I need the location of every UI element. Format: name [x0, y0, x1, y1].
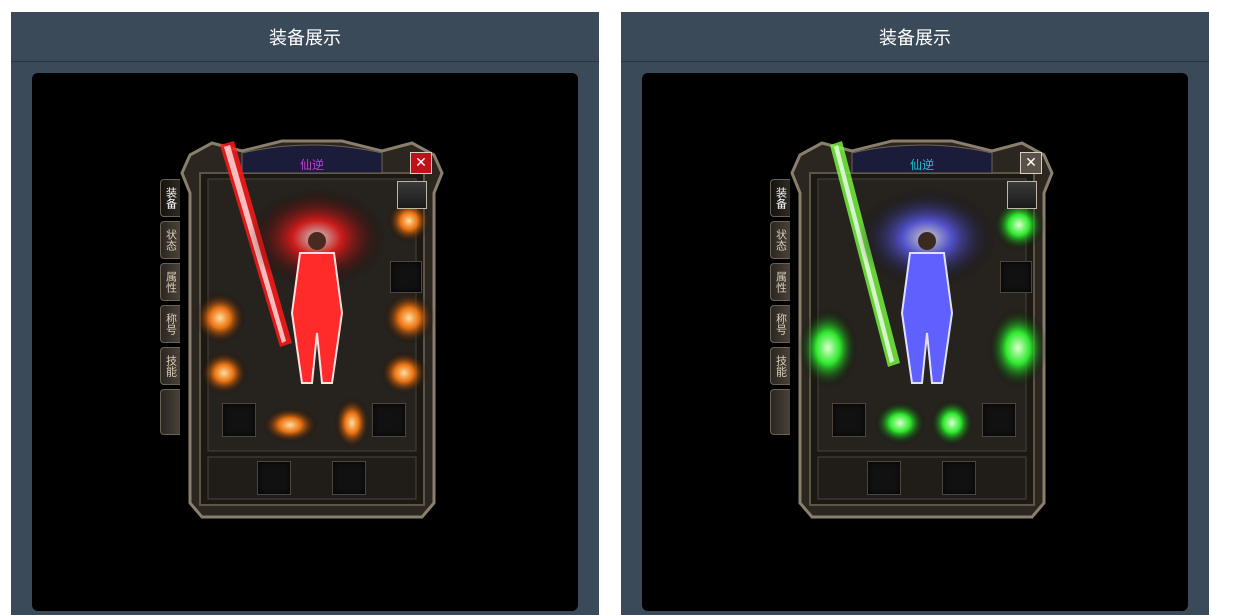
equipment-slot[interactable]	[1000, 261, 1032, 293]
portrait-slot[interactable]	[397, 181, 427, 209]
page: 装备展示 仙逆 ✕ 装备 状态 属性 称号 技能 装备展示 仙逆 ✕ 装备 状态…	[0, 0, 1250, 615]
side-tabs: 装备 状态 属性 称号 技能	[160, 179, 180, 439]
tab-equipment[interactable]: 装备	[770, 179, 790, 217]
close-button[interactable]: ✕	[1020, 152, 1042, 174]
equipment-slot[interactable]	[222, 403, 256, 437]
equipment-slot[interactable]	[867, 461, 901, 495]
tab-skills[interactable]: 技能	[770, 347, 790, 385]
equipment-panel-left: 装备展示 仙逆 ✕ 装备 状态 属性 称号 技能	[11, 12, 599, 615]
tab-status[interactable]: 状态	[160, 221, 180, 259]
close-button[interactable]: ✕	[410, 152, 432, 174]
tab-blank[interactable]	[770, 389, 790, 435]
equipment-slot[interactable]	[257, 461, 291, 495]
panel-header: 装备展示	[621, 12, 1209, 62]
tab-attributes[interactable]: 属性	[770, 263, 790, 301]
equipment-slot[interactable]	[332, 461, 366, 495]
equipment-slot[interactable]	[942, 461, 976, 495]
tab-status[interactable]: 状态	[770, 221, 790, 259]
equipment-slot[interactable]	[982, 403, 1016, 437]
equipment-slot[interactable]	[372, 403, 406, 437]
equipment-panel-right: 装备展示 仙逆 ✕ 装备 状态 属性 称号 技能	[621, 12, 1209, 615]
panel-title: 装备展示	[879, 27, 951, 49]
character-window: 仙逆 ✕ 装备 状态 属性 称号 技能	[160, 133, 452, 519]
tab-title[interactable]: 称号	[770, 305, 790, 343]
equipment-stage: 仙逆 ✕ 装备 状态 属性 称号 技能	[642, 73, 1188, 611]
equipment-slot[interactable]	[832, 403, 866, 437]
tab-blank[interactable]	[160, 389, 180, 435]
equipment-slot[interactable]	[390, 261, 422, 293]
tab-skills[interactable]: 技能	[160, 347, 180, 385]
portrait-slot[interactable]	[1007, 181, 1037, 209]
side-tabs: 装备 状态 属性 称号 技能	[770, 179, 790, 439]
equipment-stage: 仙逆 ✕ 装备 状态 属性 称号 技能	[32, 73, 578, 611]
panel-title: 装备展示	[269, 27, 341, 49]
tab-attributes[interactable]: 属性	[160, 263, 180, 301]
tab-equipment[interactable]: 装备	[160, 179, 180, 217]
character-window: 仙逆 ✕ 装备 状态 属性 称号 技能	[770, 133, 1062, 519]
panel-header: 装备展示	[11, 12, 599, 62]
tab-title[interactable]: 称号	[160, 305, 180, 343]
